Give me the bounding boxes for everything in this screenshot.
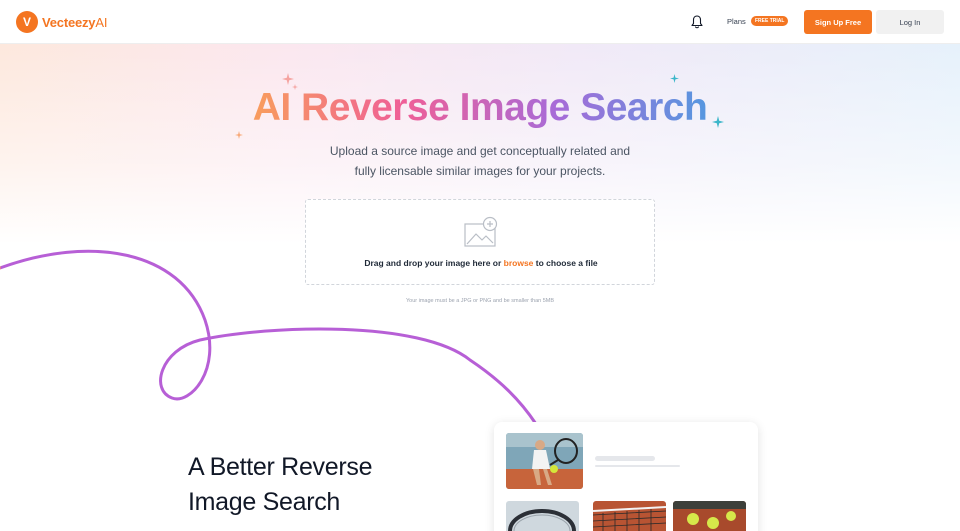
browse-link[interactable]: browse (504, 258, 534, 268)
image-upload-icon (464, 216, 498, 247)
section-title: A Better Reverse Image Search (188, 450, 448, 520)
hero-subtitle-line1: Upload a source image and get conceptual… (329, 144, 631, 158)
placeholder-line (595, 456, 655, 461)
dropzone-instructions: Drag and drop your image here or browse … (306, 258, 656, 268)
dropzone-text-before: Drag and drop your image here or (364, 258, 504, 268)
page-title: AI Reverse Image Search (0, 86, 960, 130)
logo-name: Vecteezy (42, 14, 96, 30)
log-in-button[interactable]: Log In (876, 10, 944, 34)
vecteezy-logo[interactable]: V VecteezyAI (16, 11, 107, 33)
tennis-balls-image (673, 501, 746, 531)
sparkle-icon (670, 74, 679, 83)
bell-icon[interactable] (690, 14, 704, 30)
logo-wordmark: VecteezyAI (42, 15, 107, 30)
tennis-net-image (593, 501, 666, 531)
upload-hint: Your image must be a JPG or PNG and be s… (405, 298, 555, 304)
image-dropzone[interactable]: Drag and drop your image here or browse … (305, 199, 655, 285)
dropzone-text-after: to choose a file (533, 258, 598, 268)
search-results-preview-card (494, 422, 758, 531)
racket-image (506, 501, 579, 531)
hero-subtitle-line2: fully licensable similar images for your… (354, 164, 606, 178)
free-trial-badge[interactable]: FREE TRIAL (751, 16, 789, 26)
placeholder-line (595, 465, 680, 467)
section-title-line2: Image Search (188, 488, 341, 516)
hero-subtitle: Upload a source image and get conceptual… (300, 141, 660, 181)
top-nav: V VecteezyAI Plans FREE TRIAL Sign Up Fr… (0, 0, 960, 44)
sign-up-button[interactable]: Sign Up Free (804, 10, 872, 34)
tennis-player-image (506, 433, 583, 489)
plans-link[interactable]: Plans (727, 17, 746, 26)
section-title-line1: A Better Reverse (188, 453, 373, 481)
logo-ai-label: AI (95, 14, 108, 30)
sparkle-icon (235, 131, 243, 139)
logo-mark-icon: V (16, 11, 38, 33)
